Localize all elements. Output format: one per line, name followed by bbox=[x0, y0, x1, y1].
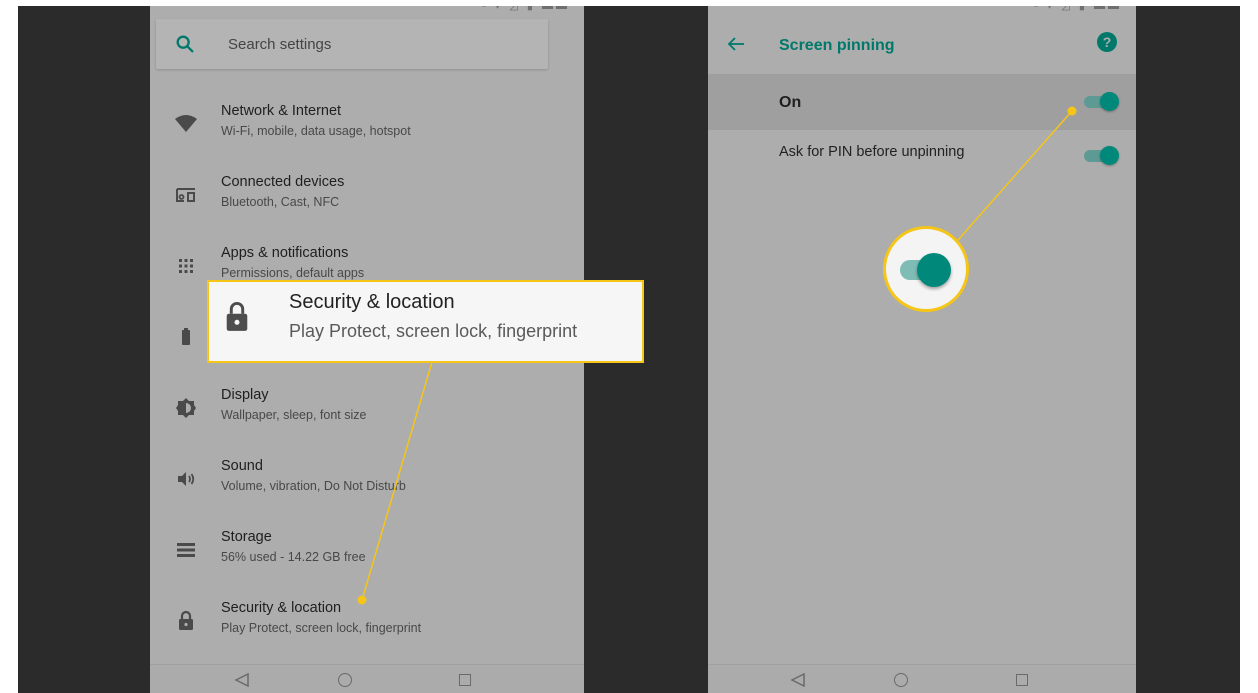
lock-icon bbox=[226, 301, 248, 331]
zoomed-toggle-thumb bbox=[917, 253, 951, 287]
security-callout: Security & location Play Protect, screen… bbox=[207, 280, 644, 363]
callout-connector-line bbox=[361, 361, 433, 601]
callout-connector-dot bbox=[357, 595, 367, 605]
callout-title: Security & location bbox=[289, 291, 455, 313]
callout-subtitle: Play Protect, screen lock, fingerprint bbox=[289, 321, 578, 341]
zoom-connector-dot bbox=[1067, 106, 1077, 116]
toggle-zoom-callout bbox=[883, 226, 969, 312]
zoom-connector-line bbox=[957, 110, 1073, 241]
